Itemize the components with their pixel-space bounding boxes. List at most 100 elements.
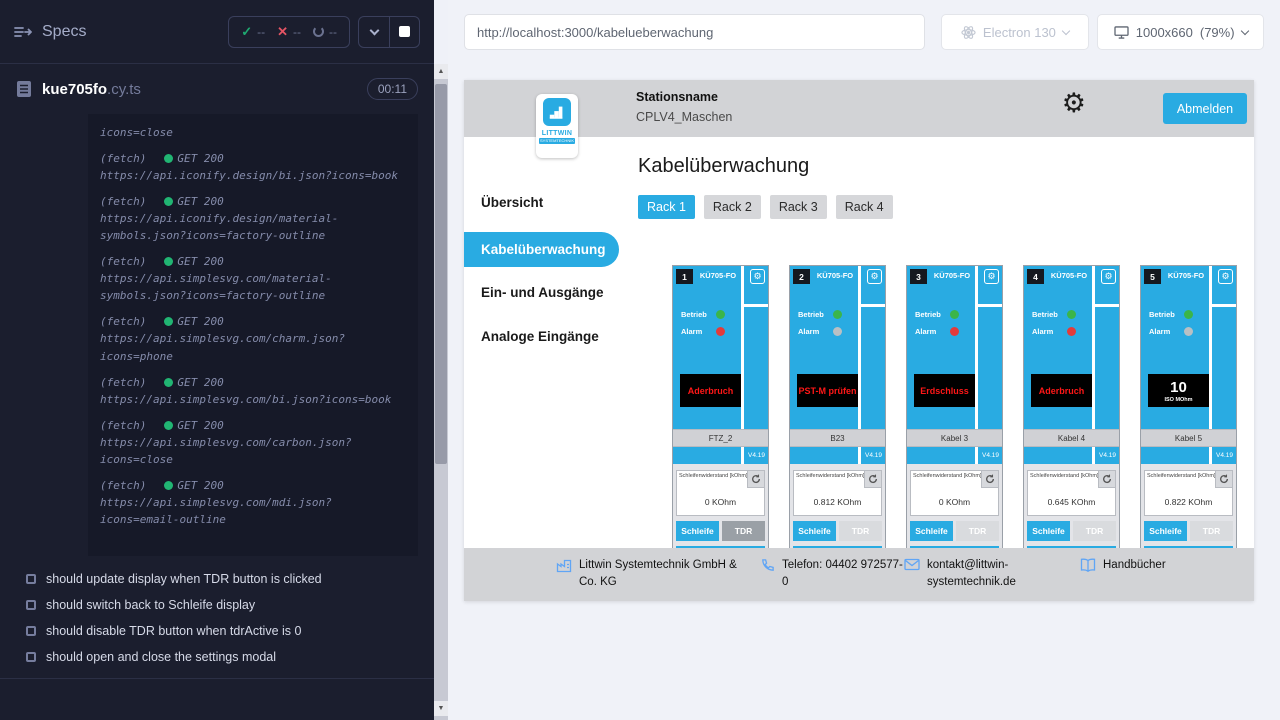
device-model: KÜ705-FO [929,271,975,280]
collapse-button[interactable] [359,17,389,47]
device-card-2: 2 KÜ705-FO ⚙ Betrieb Alarm PST-M prüfen … [789,265,886,565]
test-item[interactable]: should switch back to Schleife display [0,592,434,618]
schleife-button[interactable]: Schleife [793,521,836,541]
schleife-button[interactable]: Schleife [1027,521,1070,541]
log-entry[interactable]: (fetch)GET 200 https://api.iconify.desig… [100,150,406,184]
tdr-button[interactable]: TDR [839,521,882,541]
test-item[interactable]: should update display when TDR button is… [0,566,434,592]
nav-analoge-eingaenge[interactable]: Analoge Eingänge [464,329,599,344]
page-title: Kabelüberwachung [638,155,809,178]
tab-rack-4[interactable]: Rack 4 [836,195,893,219]
panel-scrollbar[interactable]: ▲ ▼ [434,64,448,720]
device-settings-icon[interactable]: ⚙ [867,269,882,284]
station-label: Stationsname [636,90,732,104]
firmware-version: V4.19 [865,452,882,459]
device-card-5: 5 KÜ705-FO ⚙ Betrieb Alarm 10 ISO MOhm K… [1140,265,1237,565]
tdr-button[interactable]: TDR [722,521,765,541]
betrieb-led [950,310,959,319]
tdr-button[interactable]: TDR [956,521,999,541]
status-ok-dot [164,257,173,266]
x-icon: ✕ [277,24,288,40]
betrieb-led [1184,310,1193,319]
chevron-down-icon [1062,26,1070,34]
specs-toggle[interactable]: Specs [14,23,86,41]
refresh-icon [1219,474,1229,484]
schleife-button[interactable]: Schleife [910,521,953,541]
command-log[interactable]: icons=close (fetch)GET 200 https://api.i… [88,114,418,556]
scrollbar-thumb[interactable] [435,84,447,464]
logout-button[interactable]: Abmelden [1163,93,1247,124]
test-item[interactable]: should open and close the settings modal [0,644,434,670]
measurement-value: 0.812 KOhm [794,497,881,507]
spec-timer: 00:11 [367,78,418,100]
log-entry[interactable]: (fetch)GET 200 https://api.simplesvg.com… [100,374,406,408]
device-model: KÜ705-FO [1163,271,1209,280]
log-entry[interactable]: (fetch)GET 200 https://api.simplesvg.com… [100,477,406,528]
cypress-topbar: Specs ✓-- ✕-- -- [0,0,434,64]
nav-kabelueberwachung[interactable]: Kabelüberwachung [464,232,619,267]
email-icon [904,558,920,571]
tdr-button[interactable]: TDR [1073,521,1116,541]
cable-name: FTZ_2 [673,429,768,447]
refresh-button[interactable] [1215,471,1232,488]
nav-ein-und-ausgaenge[interactable]: Ein- und Ausgänge [464,285,604,300]
device-number: 4 [1027,269,1044,284]
browser-select[interactable]: Electron 130 [941,14,1090,50]
device-settings-icon[interactable]: ⚙ [750,269,765,284]
refresh-icon [985,474,995,484]
refresh-button[interactable] [981,471,998,488]
measurement-panel: Schleifenwiderstand [kOhm] 0.812 KOhm [793,470,882,516]
device-model: KÜ705-FO [695,271,741,280]
tab-rack-2[interactable]: Rack 2 [704,195,761,219]
log-entry[interactable]: (fetch)GET 200 https://api.iconify.desig… [100,193,406,244]
footer-manuals[interactable]: Handbücher [1080,557,1166,574]
viewport-select[interactable]: 1000x660 (79%) [1097,14,1264,50]
spec-file-icon [16,80,32,98]
logo-icon [543,98,571,126]
schleife-button[interactable]: Schleife [676,521,719,541]
schleife-button[interactable]: Schleife [1144,521,1187,541]
cable-name: B23 [790,429,885,447]
stop-button[interactable] [389,17,419,47]
firmware-version: V4.19 [982,452,999,459]
log-url: https://api.simplesvg.com/charm.json?ico… [100,330,406,364]
footer-email: kontakt@littwin-systemtechnik.de [904,557,1027,592]
alarm-led [1067,327,1076,336]
footer-phone: Telefon: 04402 972577-0 [760,557,906,592]
nav-uebersicht[interactable]: Übersicht [464,195,543,210]
log-url: https://api.simplesvg.com/bi.json?icons=… [100,391,406,408]
cable-name: Kabel 5 [1141,429,1236,447]
betrieb-led [833,310,842,319]
tdr-button[interactable]: TDR [1190,521,1233,541]
scroll-up-button[interactable]: ▲ [434,64,448,79]
settings-gear-icon[interactable]: ⚙ [1062,90,1086,117]
log-entry[interactable]: (fetch)GET 200 https://api.simplesvg.com… [100,313,406,364]
device-settings-icon[interactable]: ⚙ [1101,269,1116,284]
test-state-icon [26,652,36,662]
stat-passed: ✓-- [241,24,265,40]
refresh-button[interactable] [747,471,764,488]
refresh-button[interactable] [1098,471,1115,488]
status-ok-dot [164,154,173,163]
refresh-button[interactable] [864,471,881,488]
test-state-icon [26,600,36,610]
scroll-down-button[interactable]: ▼ [434,701,448,716]
device-settings-icon[interactable]: ⚙ [1218,269,1233,284]
status-display: Aderbruch [1031,374,1092,407]
url-input[interactable] [464,14,925,50]
tab-rack-1[interactable]: Rack 1 [638,195,695,219]
littwin-logo: LITTWIN SYSTEMTECHNIK [536,94,578,158]
tab-rack-3[interactable]: Rack 3 [770,195,827,219]
test-item[interactable]: should disable TDR button when tdrActive… [0,618,434,644]
status-ok-dot [164,317,173,326]
book-icon [1080,558,1096,572]
test-list: should update display when TDR button is… [0,566,434,679]
spec-header[interactable]: kue705fo.cy.ts 00:11 [0,64,434,114]
cable-name: Kabel 4 [1024,429,1119,447]
log-entry[interactable]: (fetch)GET 200 https://api.simplesvg.com… [100,417,406,468]
device-settings-icon[interactable]: ⚙ [984,269,999,284]
viewport-icon [1114,26,1129,39]
log-entry[interactable]: (fetch)GET 200 https://api.simplesvg.com… [100,253,406,304]
measurement-value: 0.645 KOhm [1028,497,1115,507]
station-name: CPLV4_Maschen [636,110,732,124]
